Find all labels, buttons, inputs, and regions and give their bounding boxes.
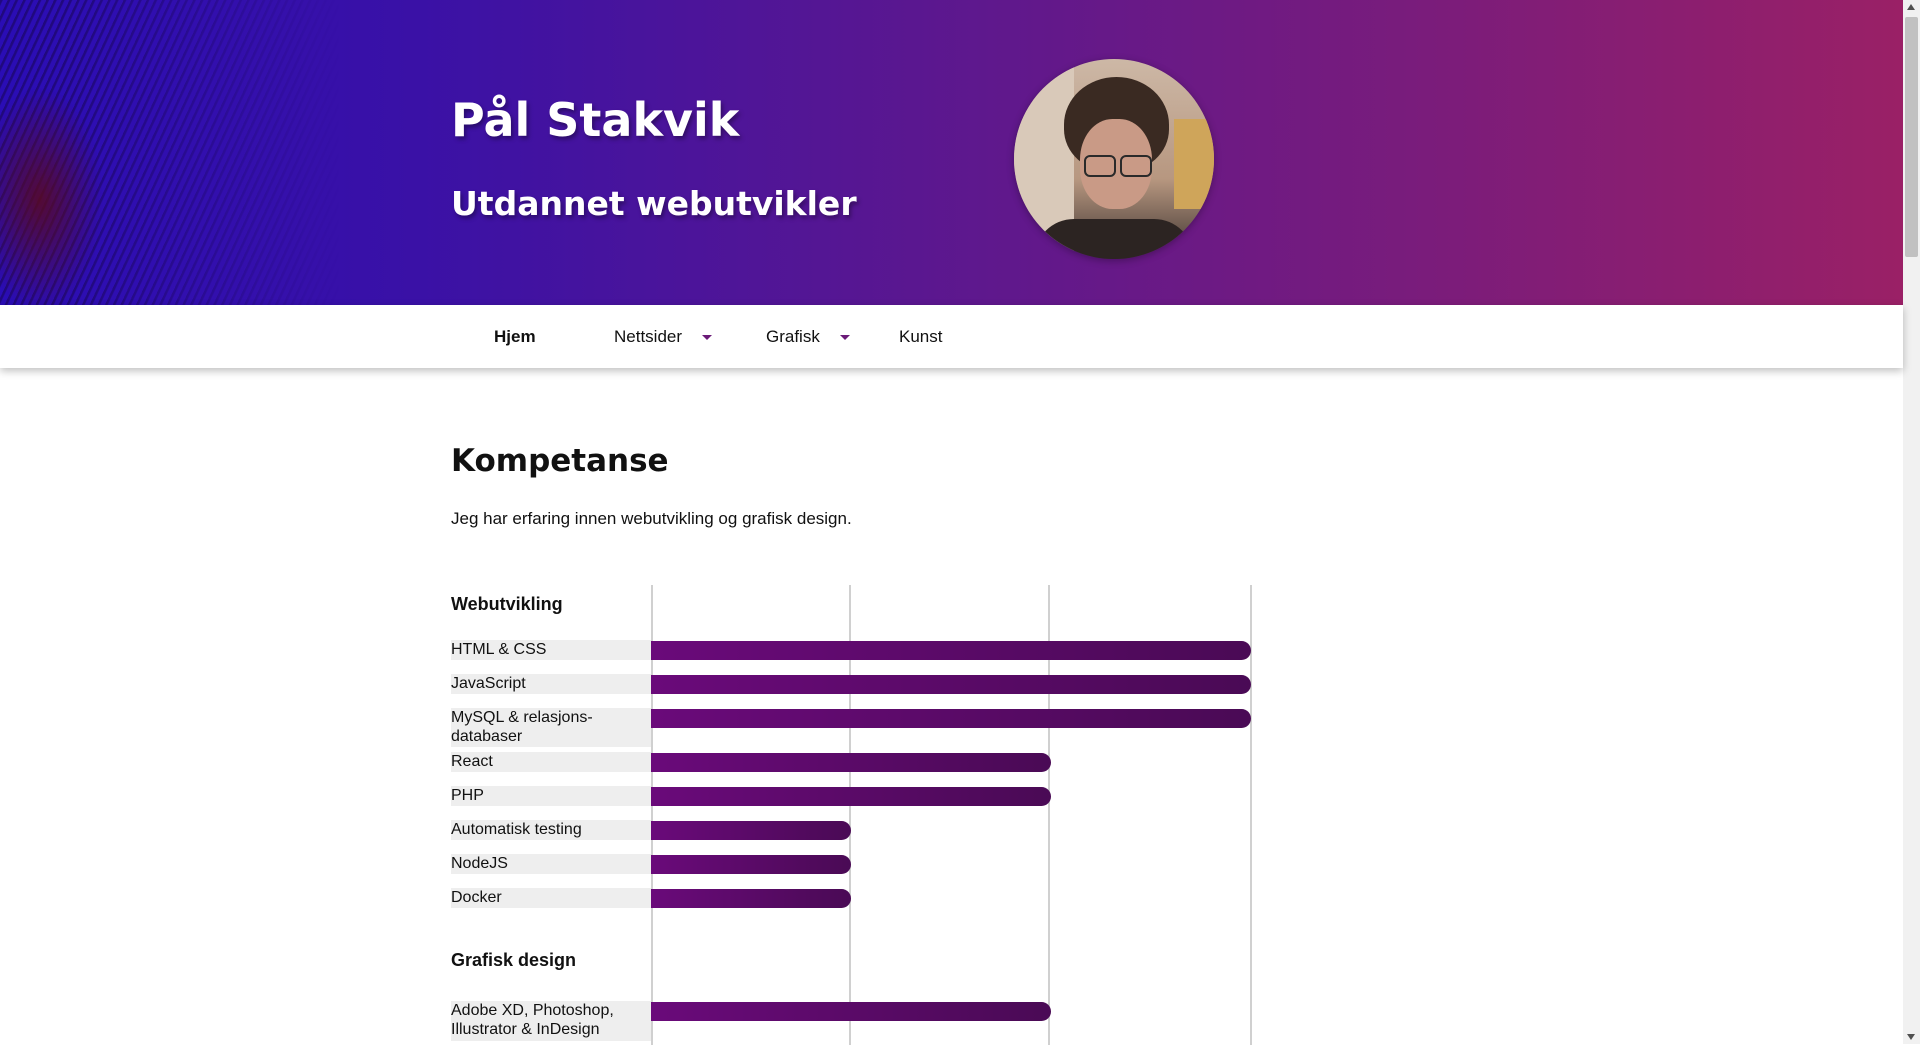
site-owner-name: Pål Stakvik — [451, 93, 740, 147]
skill-category-title: Grafisk design — [451, 950, 577, 970]
skill-bar — [651, 889, 851, 908]
skill-bar — [651, 753, 1051, 772]
scroll-up-icon[interactable] — [1907, 4, 1915, 10]
avatar-background-accent — [1174, 119, 1214, 209]
header-banner: Pål Stakvik Utdannet webutvikler — [0, 0, 1903, 305]
skill-label: HTML & CSS — [451, 640, 651, 660]
avatar — [1014, 59, 1214, 259]
skill-label: JavaScript — [451, 674, 651, 694]
nav-item-grafisk[interactable]: Grafisk — [766, 305, 850, 368]
skill-bar — [651, 855, 851, 874]
dropdown-caret-icon — [839, 335, 850, 341]
nav-item-label: Hjem — [494, 327, 536, 346]
skill-category-title: Webutvikling — [451, 594, 563, 614]
skills-chart: Webutvikling HTML & CSS JavaScript MySQL… — [451, 585, 1252, 1045]
section-intro: Jeg har erfaring innen webutvikling og g… — [451, 509, 852, 528]
skill-bar — [651, 821, 851, 840]
skill-label: Docker — [451, 888, 651, 908]
skill-bar — [651, 675, 1251, 694]
site-subtitle: Utdannet webutvikler — [451, 184, 857, 223]
section-title: Kompetanse — [451, 443, 669, 479]
scrollbar-thumb[interactable] — [1905, 17, 1918, 257]
scroll-down-icon[interactable] — [1907, 1034, 1915, 1040]
skill-label: Adobe XD, Photoshop, Illustrator & InDes… — [451, 1001, 651, 1041]
dropdown-caret-icon — [702, 335, 713, 341]
skill-label: React — [451, 752, 651, 772]
avatar-glasses-left — [1084, 155, 1116, 177]
skill-bar — [651, 709, 1251, 728]
avatar-glasses-right — [1120, 155, 1152, 177]
skill-bar — [651, 787, 1051, 806]
main-navigation: Hjem Nettsider Grafisk Kunst — [0, 305, 1903, 368]
nav-item-label: Grafisk — [766, 327, 820, 346]
skill-label: NodeJS — [451, 854, 651, 874]
nav-item-hjem[interactable]: Hjem — [494, 305, 536, 368]
nav-item-nettsider[interactable]: Nettsider — [614, 305, 713, 368]
skill-bar — [651, 1002, 1051, 1021]
header-texture — [0, 0, 340, 305]
page-scrollbar[interactable] — [1903, 0, 1920, 1044]
avatar-shirt — [1034, 219, 1194, 259]
nav-item-label: Kunst — [899, 327, 943, 346]
skill-label: MySQL & relasjons-databaser — [451, 708, 651, 747]
nav-item-label: Nettsider — [614, 327, 683, 346]
main-content: Kompetanse Jeg har erfaring innen webutv… — [0, 368, 1903, 1045]
skill-label: Automatisk testing — [451, 820, 651, 840]
skill-bar — [651, 641, 1251, 660]
skill-label: PHP — [451, 786, 651, 806]
nav-item-kunst[interactable]: Kunst — [899, 305, 942, 368]
